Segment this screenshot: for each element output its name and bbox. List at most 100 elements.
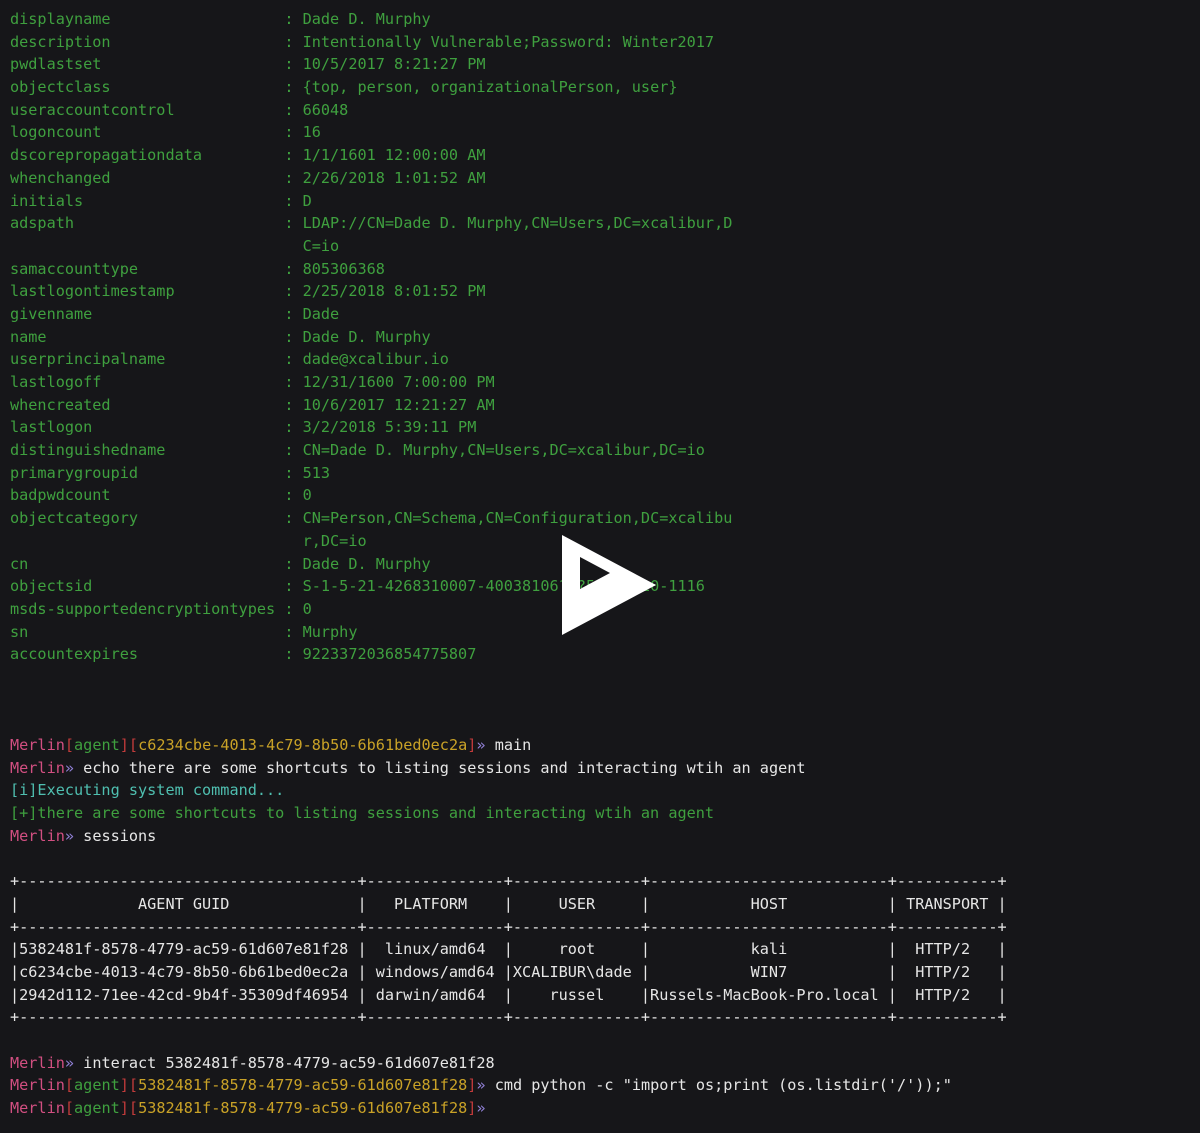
ldap-attribute-value: 2/26/2018 1:01:52 AM (302, 168, 486, 187)
ldap-attribute-value: Dade D. Murphy (302, 554, 431, 573)
ldap-attribute-row: samaccounttype : 805306368 (10, 258, 1200, 281)
ldap-attribute-key: badpwdcount (10, 486, 285, 505)
ldap-attribute-key: useraccountcontrol (10, 100, 285, 119)
command-text: interact 5382481f-8578-4779-ac59-61d607e… (74, 1053, 495, 1072)
ldap-colon-separator: : (284, 599, 303, 618)
chevron-icon: » (64, 826, 75, 845)
chevron-icon: » (476, 736, 486, 754)
agent-guid: 5382481f-8578-4779-ac59-61d607e81f28 (138, 1099, 468, 1117)
prompt-line-sessions: Merlin» sessions (10, 825, 1200, 848)
ldap-attribute-value: 10/6/2017 12:21:27 AM (302, 395, 495, 414)
ldap-attribute-key: objectcategory (10, 509, 285, 528)
prompt-name: Merlin (10, 758, 65, 777)
command-text: sessions (74, 826, 157, 845)
prompt-line-cmd: Merlin[agent][5382481f-8578-4779-ac59-61… (10, 1074, 1200, 1097)
ldap-attribute-row: accountexpires : 9223372036854775807 (10, 643, 1200, 666)
ldap-attribute-row: sn : Murphy (10, 621, 1200, 644)
chevron-icon: » (64, 1053, 75, 1072)
ldap-attribute-value: 12/31/1600 7:00:00 PM (302, 373, 495, 391)
ldap-attribute-row: objectcategory : CN=Person,CN=Schema,CN=… (10, 507, 1200, 530)
agent-keyword: agent (74, 1099, 120, 1117)
ldap-attribute-key: samaccounttype (10, 259, 285, 278)
ldap-attribute-value: 513 (302, 463, 331, 482)
table-border-bottom: +-------------------------------------+-… (10, 1008, 1007, 1027)
ldap-attribute-row: lastlogoff : 12/31/1600 7:00:00 PM (10, 371, 1200, 394)
ldap-attribute-key: userprincipalname (10, 350, 285, 369)
ldap-attribute-key: lastlogontimestamp (10, 282, 285, 301)
ldap-attribute-row: objectsid : S-1-5-21-4268310007-40038106… (10, 575, 1200, 598)
ldap-attribute-value: Murphy (302, 622, 358, 641)
ldap-colon-separator: : (284, 327, 303, 346)
ldap-colon-separator: : (284, 373, 303, 391)
guid-open-bracket: [ (128, 736, 139, 754)
ldap-attribute-row: whenchanged : 2/26/2018 1:01:52 AM (10, 167, 1200, 190)
table-row[interactable]: |c6234cbe-4013-4c79-8b50-6b61bed0ec2a | … (10, 961, 1200, 984)
ldap-attribute-key: description (10, 32, 285, 51)
agent-keyword: agent (74, 1076, 120, 1095)
ldap-attribute-row: objectclass : {top, person, organization… (10, 76, 1200, 99)
table-header-row: | AGENT GUID | PLATFORM | USER | HOST | … (10, 894, 1007, 913)
ldap-attribute-key: initials (10, 191, 285, 210)
prompt-name: Merlin (10, 1076, 65, 1095)
table-border-mid: +-------------------------------------+-… (10, 917, 1007, 936)
ldap-attribute-key: sn (10, 622, 285, 641)
ldap-attribute-value: dade@xcalibur.io (302, 350, 449, 369)
success-message: [+]there are some shortcuts to listing s… (10, 804, 715, 823)
ldap-attribute-row: name : Dade D. Murphy (10, 326, 1200, 349)
ldap-colon-separator: : (284, 395, 303, 414)
agent-keyword: agent (74, 736, 120, 754)
ldap-colon-separator: : (284, 554, 303, 573)
table-row[interactable]: |5382481f-8578-4779-ac59-61d607e81f28 | … (10, 938, 1200, 961)
ldap-colon-separator: : (284, 645, 303, 664)
close-bracket: ] (119, 736, 129, 754)
close-bracket: ] (119, 1076, 129, 1095)
ldap-attribute-key: pwdlastset (10, 55, 285, 74)
ldap-attribute-row: distinguishedname : CN=Dade D. Murphy,CN… (10, 439, 1200, 462)
ldap-attribute-row: initials : D (10, 190, 1200, 213)
chevron-icon: » (64, 758, 75, 777)
ldap-attribute-value: 9223372036854775807 (302, 645, 477, 664)
ldap-attribute-value: CN=Person,CN=Schema,CN=Configuration,DC=… (302, 509, 733, 528)
ldap-attribute-key: whenchanged (10, 168, 285, 187)
ldap-attribute-row: lastlogon : 3/2/2018 5:39:11 PM (10, 416, 1200, 439)
table-row[interactable]: |2942d112-71ee-42cd-9b4f-35309df46954 | … (10, 984, 1200, 1007)
ldap-colon-separator: : (284, 55, 303, 74)
ldap-attribute-row: cn : Dade D. Murphy (10, 553, 1200, 576)
ldap-attribute-row: pwdlastset : 10/5/2017 8:21:27 PM (10, 53, 1200, 76)
ldap-attribute-value: Dade D. Murphy (302, 10, 431, 28)
ldap-colon-separator: : (284, 441, 303, 460)
open-bracket: [ (64, 1099, 75, 1117)
ldap-attribute-key: name (10, 327, 285, 346)
open-bracket: [ (64, 1076, 75, 1095)
ldap-attribute-row: dscorepropagationdata : 1/1/1601 12:00:0… (10, 144, 1200, 167)
ldap-attribute-key: msds-supportedencryptiontypes (10, 599, 285, 618)
ldap-attribute-row: lastlogontimestamp : 2/25/2018 8:01:52 P… (10, 280, 1200, 303)
ldap-attribute-key: dscorepropagationdata (10, 146, 285, 165)
ldap-attribute-key: primarygroupid (10, 463, 285, 482)
prompt-line-echo: Merlin» echo there are some shortcuts to… (10, 757, 1200, 780)
prompt-line-active[interactable]: Merlin[agent][5382481f-8578-4779-ac59-61… (10, 1097, 1200, 1120)
ldap-attribute-value: S-1-5-21-4268310007-40038106?-?52045410-… (302, 577, 705, 596)
ldap-colon-separator: : (284, 191, 303, 210)
ldap-attribute-key: accountexpires (10, 645, 285, 664)
ldap-attribute-value: 66048 (302, 100, 349, 119)
ldap-attribute-row: badpwdcount : 0 (10, 484, 1200, 507)
terminal-window: displayname : Dade D. Murphy description … (0, 0, 1200, 1133)
chevron-icon: » (476, 1099, 486, 1117)
table-border-top: +-------------------------------------+-… (10, 872, 1007, 891)
ldap-attribute-key: distinguishedname (10, 441, 285, 460)
command-text: main (485, 736, 532, 754)
ldap-attribute-value: 2/25/2018 8:01:52 PM (302, 282, 486, 301)
ldap-attribute-value: Intentionally Vulnerable;Password: Winte… (302, 32, 715, 51)
ldap-attribute-value: Dade D. Murphy (302, 327, 431, 346)
ldap-colon-separator: : (284, 577, 303, 596)
ldap-attribute-value: 805306368 (302, 259, 385, 278)
ldap-attribute-key: adspath (10, 214, 285, 233)
ldap-colon-separator: : (284, 486, 303, 505)
ldap-attribute-row: adspath : LDAP://CN=Dade D. Murphy,CN=Us… (10, 212, 1200, 235)
ldap-colon-separator: : (284, 463, 303, 482)
ldap-colon-separator: : (284, 32, 303, 51)
